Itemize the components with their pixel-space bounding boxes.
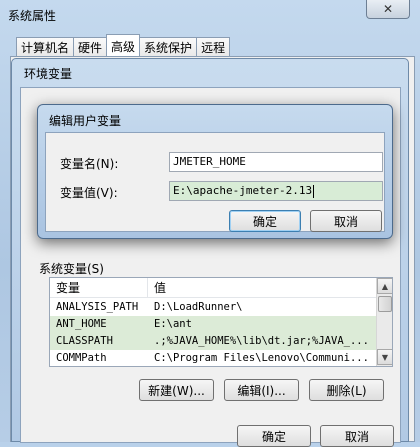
tab-strip: 计算机名 硬件 高级 系统保护 远程 xyxy=(16,34,231,57)
table-row[interactable]: COMMPath C:\Program Files\Lenovo\Communi… xyxy=(50,350,376,366)
system-variables-label: 系统变量(S) xyxy=(39,262,104,276)
list-rows: ANALYSIS_PATH D:\LoadRunner\ ANT_HOME E:… xyxy=(50,299,376,366)
variable-name-label: 变量名(N): xyxy=(60,157,119,171)
row-variable-name: ANALYSIS_PATH xyxy=(56,301,139,313)
row-variable-name: ANT_HOME xyxy=(56,318,107,330)
variable-value-text: E:\apache-jmeter-2.13 xyxy=(173,184,313,197)
row-variable-value: C:\Program Files\Lenovo\Communi... xyxy=(154,352,369,364)
text-caret xyxy=(313,184,315,198)
list-vertical-scrollbar[interactable]: ▲ ▼ xyxy=(376,278,392,366)
row-variable-name: CLASSPATH xyxy=(56,335,113,347)
tab-remote[interactable]: 远程 xyxy=(196,37,231,57)
scroll-thumb[interactable] xyxy=(378,296,392,312)
close-icon[interactable]: ✕ xyxy=(366,0,410,19)
edit-user-variable-dialog: 编辑用户变量 变量名(N): JMETER_HOME 变量值(V): E:\ap… xyxy=(37,104,393,239)
table-row[interactable]: ANALYSIS_PATH D:\LoadRunner\ xyxy=(50,299,376,316)
row-variable-value: .;%JAVA_HOME%\lib\dt.jar;%JAVA_... xyxy=(154,335,369,347)
environment-variables-title: 环境变量 xyxy=(24,67,73,81)
variable-value-label: 变量值(V): xyxy=(60,186,118,200)
cancel-button[interactable]: 取消 xyxy=(320,425,394,447)
system-variables-list[interactable]: 变量 值 ANALYSIS_PATH D:\LoadRunner\ ANT_HO… xyxy=(49,277,393,367)
edit-ok-button[interactable]: 确定 xyxy=(229,210,301,232)
tab-system-protection[interactable]: 系统保护 xyxy=(139,37,198,57)
list-header: 变量 值 xyxy=(50,278,376,298)
row-variable-value: D:\LoadRunner\ xyxy=(154,301,243,313)
tab-advanced[interactable]: 高级 xyxy=(106,34,141,57)
tab-computer-name[interactable]: 计算机名 xyxy=(16,37,75,57)
edit-dialog-body: 变量名(N): JMETER_HOME 变量值(V): E:\apache-jm… xyxy=(45,132,385,232)
edit-dialog-title: 编辑用户变量 xyxy=(49,114,122,128)
row-variable-name: COMMPath xyxy=(56,352,107,364)
system-properties-title: 系统属性 xyxy=(8,9,57,23)
variable-name-input[interactable]: JMETER_HOME xyxy=(169,152,383,172)
table-row[interactable]: ANT_HOME E:\ant xyxy=(50,316,376,333)
ok-button[interactable]: 确定 xyxy=(237,425,311,447)
row-variable-value: E:\ant xyxy=(154,318,192,330)
variable-value-input[interactable]: E:\apache-jmeter-2.13 xyxy=(169,181,383,201)
table-row[interactable]: CLASSPATH .;%JAVA_HOME%\lib\dt.jar;%JAVA… xyxy=(50,333,376,350)
tab-hardware[interactable]: 硬件 xyxy=(73,37,108,57)
scroll-down-icon[interactable]: ▼ xyxy=(377,349,392,365)
edit-button[interactable]: 编辑(I)... xyxy=(224,379,299,401)
scroll-up-icon[interactable]: ▲ xyxy=(377,278,392,294)
column-header-value[interactable]: 值 xyxy=(148,278,376,298)
new-button[interactable]: 新建(W)... xyxy=(139,379,214,401)
delete-button[interactable]: 删除(L) xyxy=(309,379,384,401)
column-header-variable[interactable]: 变量 xyxy=(50,278,148,298)
edit-cancel-button[interactable]: 取消 xyxy=(310,210,382,232)
